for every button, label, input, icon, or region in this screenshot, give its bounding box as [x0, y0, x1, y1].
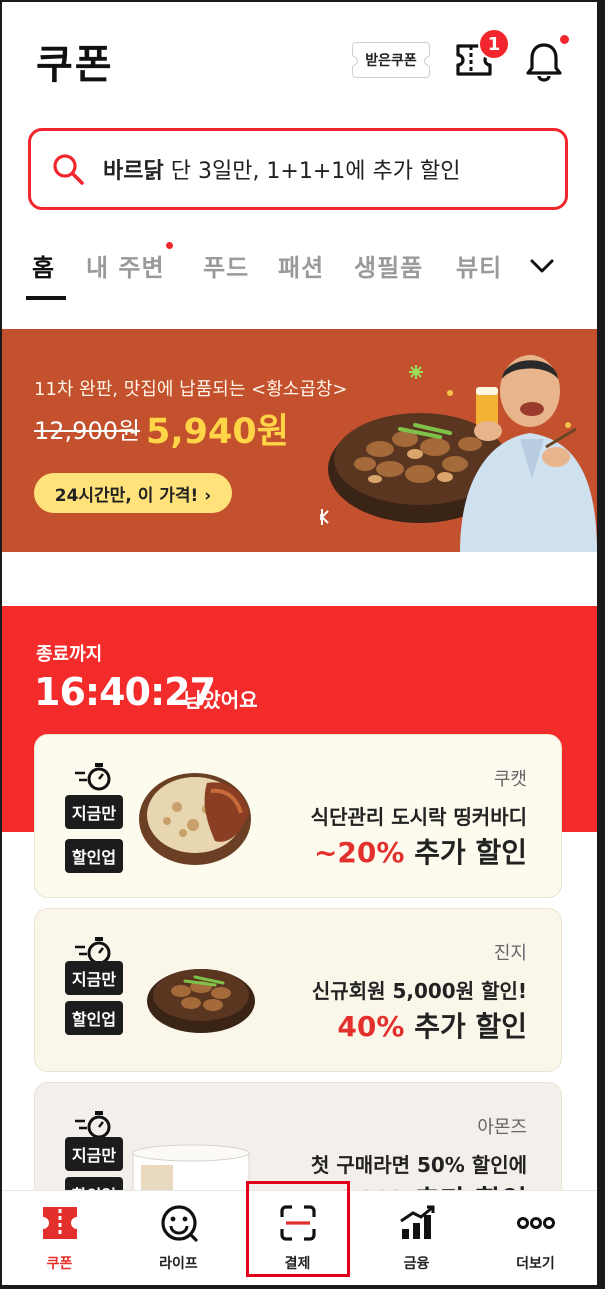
food-bowl-image — [139, 773, 251, 865]
deal-countdown-label: 종료까지 — [36, 644, 103, 665]
deal-description: 신규회원 5,000원 할인! — [311, 979, 527, 1003]
scan-icon — [280, 1205, 316, 1241]
smile-icon — [161, 1205, 198, 1242]
coupon-icon — [43, 1207, 77, 1239]
nav-item-coupon[interactable]: 쿠폰 — [0, 1191, 119, 1286]
more-icon — [517, 1217, 555, 1229]
nav-label: 결제 — [284, 1256, 311, 1272]
tab-daily-goods[interactable]: 생필품 — [354, 248, 423, 283]
nav-item-life[interactable]: 라이프 — [119, 1191, 238, 1286]
chevron-down-icon[interactable] — [528, 252, 556, 280]
deal-card[interactable]: 지금만 할인업 진지 신규회원 5,000원 할인! 40% 추가 할인 — [34, 908, 562, 1072]
category-tabs: 홈 내 주변 푸드 패션 생필품 뷰티 — [0, 240, 605, 302]
search-promo-text: 바르닭 단 3일만, 1+1+1에 추가 할인 — [103, 159, 461, 184]
deal-description: 첫 구매라면 50% 할인에 — [311, 1153, 527, 1177]
app-header: 쿠폰 받은쿠폰 1 — [0, 0, 605, 120]
search-icon — [53, 154, 84, 185]
banner-cta-button[interactable]: 24시간만, 이 가격! › — [34, 473, 232, 513]
deal-tag-now: 지금만 — [65, 1137, 123, 1171]
deal-brand: 아몬즈 — [477, 1117, 527, 1138]
deal-brand: 쿠캣 — [493, 769, 527, 790]
nav-label: 쿠폰 — [46, 1256, 73, 1272]
promo-banner[interactable]: 11차 완판, 맛집에 납품되는 <황소곱창> 12,900원 5,940원 2… — [0, 329, 597, 552]
nav-item-finance[interactable]: 금융 — [357, 1191, 476, 1286]
received-coupons-button[interactable]: 받은쿠폰 — [352, 42, 430, 78]
deal-tag-discount-up: 할인업 — [65, 1001, 123, 1035]
food-pan-image — [147, 969, 255, 1033]
banner-subtitle: 11차 완판, 맛집에 납품되는 <황소곱창> — [34, 379, 348, 400]
deal-description: 식단관리 도시락 띵커바디 — [310, 805, 527, 829]
stopwatch-icon — [75, 1111, 111, 1139]
tab-new-dot — [166, 242, 173, 249]
deal-tag-discount-up: 할인업 — [65, 839, 123, 873]
deal-discount: ~20% 추가 할인 — [313, 836, 527, 869]
original-price: 12,900원 — [34, 417, 141, 445]
sale-price: 5,940원 — [146, 412, 289, 452]
search-bar[interactable]: 바르닭 단 3일만, 1+1+1에 추가 할인 — [28, 128, 568, 210]
nav-label: 더보기 — [516, 1256, 555, 1272]
deal-tag-now: 지금만 — [65, 961, 123, 995]
notification-dot — [560, 35, 569, 44]
deal-card[interactable]: 지금만 할인업 쿠캣 식단관리 도시락 띵커바디 ~20% 추가 할인 — [34, 734, 562, 898]
tab-beauty[interactable]: 뷰티 — [456, 248, 502, 283]
banner-food-illustration — [320, 355, 597, 552]
nav-item-more[interactable]: 더보기 — [476, 1191, 595, 1286]
deal-brand: 진지 — [493, 943, 527, 964]
active-tab-indicator — [26, 296, 66, 300]
chart-icon — [400, 1205, 435, 1239]
tab-home[interactable]: 홈 — [32, 248, 55, 283]
deal-discount: 40% 추가 할인 — [337, 1010, 527, 1043]
nav-item-payment[interactable]: 결제 — [238, 1191, 357, 1286]
bottom-navigation: 쿠폰 라이프 결제 금융 더보기 — [0, 1190, 597, 1285]
page-title: 쿠폰 — [36, 42, 114, 88]
nav-label: 라이프 — [159, 1256, 198, 1272]
tab-nearby[interactable]: 내 주변 — [86, 248, 165, 283]
stopwatch-icon — [75, 763, 111, 791]
tab-fashion[interactable]: 패션 — [278, 248, 324, 283]
deal-countdown-suffix: 남았어요 — [184, 688, 258, 712]
deal-tag-now: 지금만 — [65, 795, 123, 829]
ticket-badge: 1 — [478, 28, 510, 60]
nav-label: 금융 — [403, 1256, 430, 1272]
bell-icon[interactable] — [524, 40, 564, 82]
tab-food[interactable]: 푸드 — [203, 248, 249, 283]
